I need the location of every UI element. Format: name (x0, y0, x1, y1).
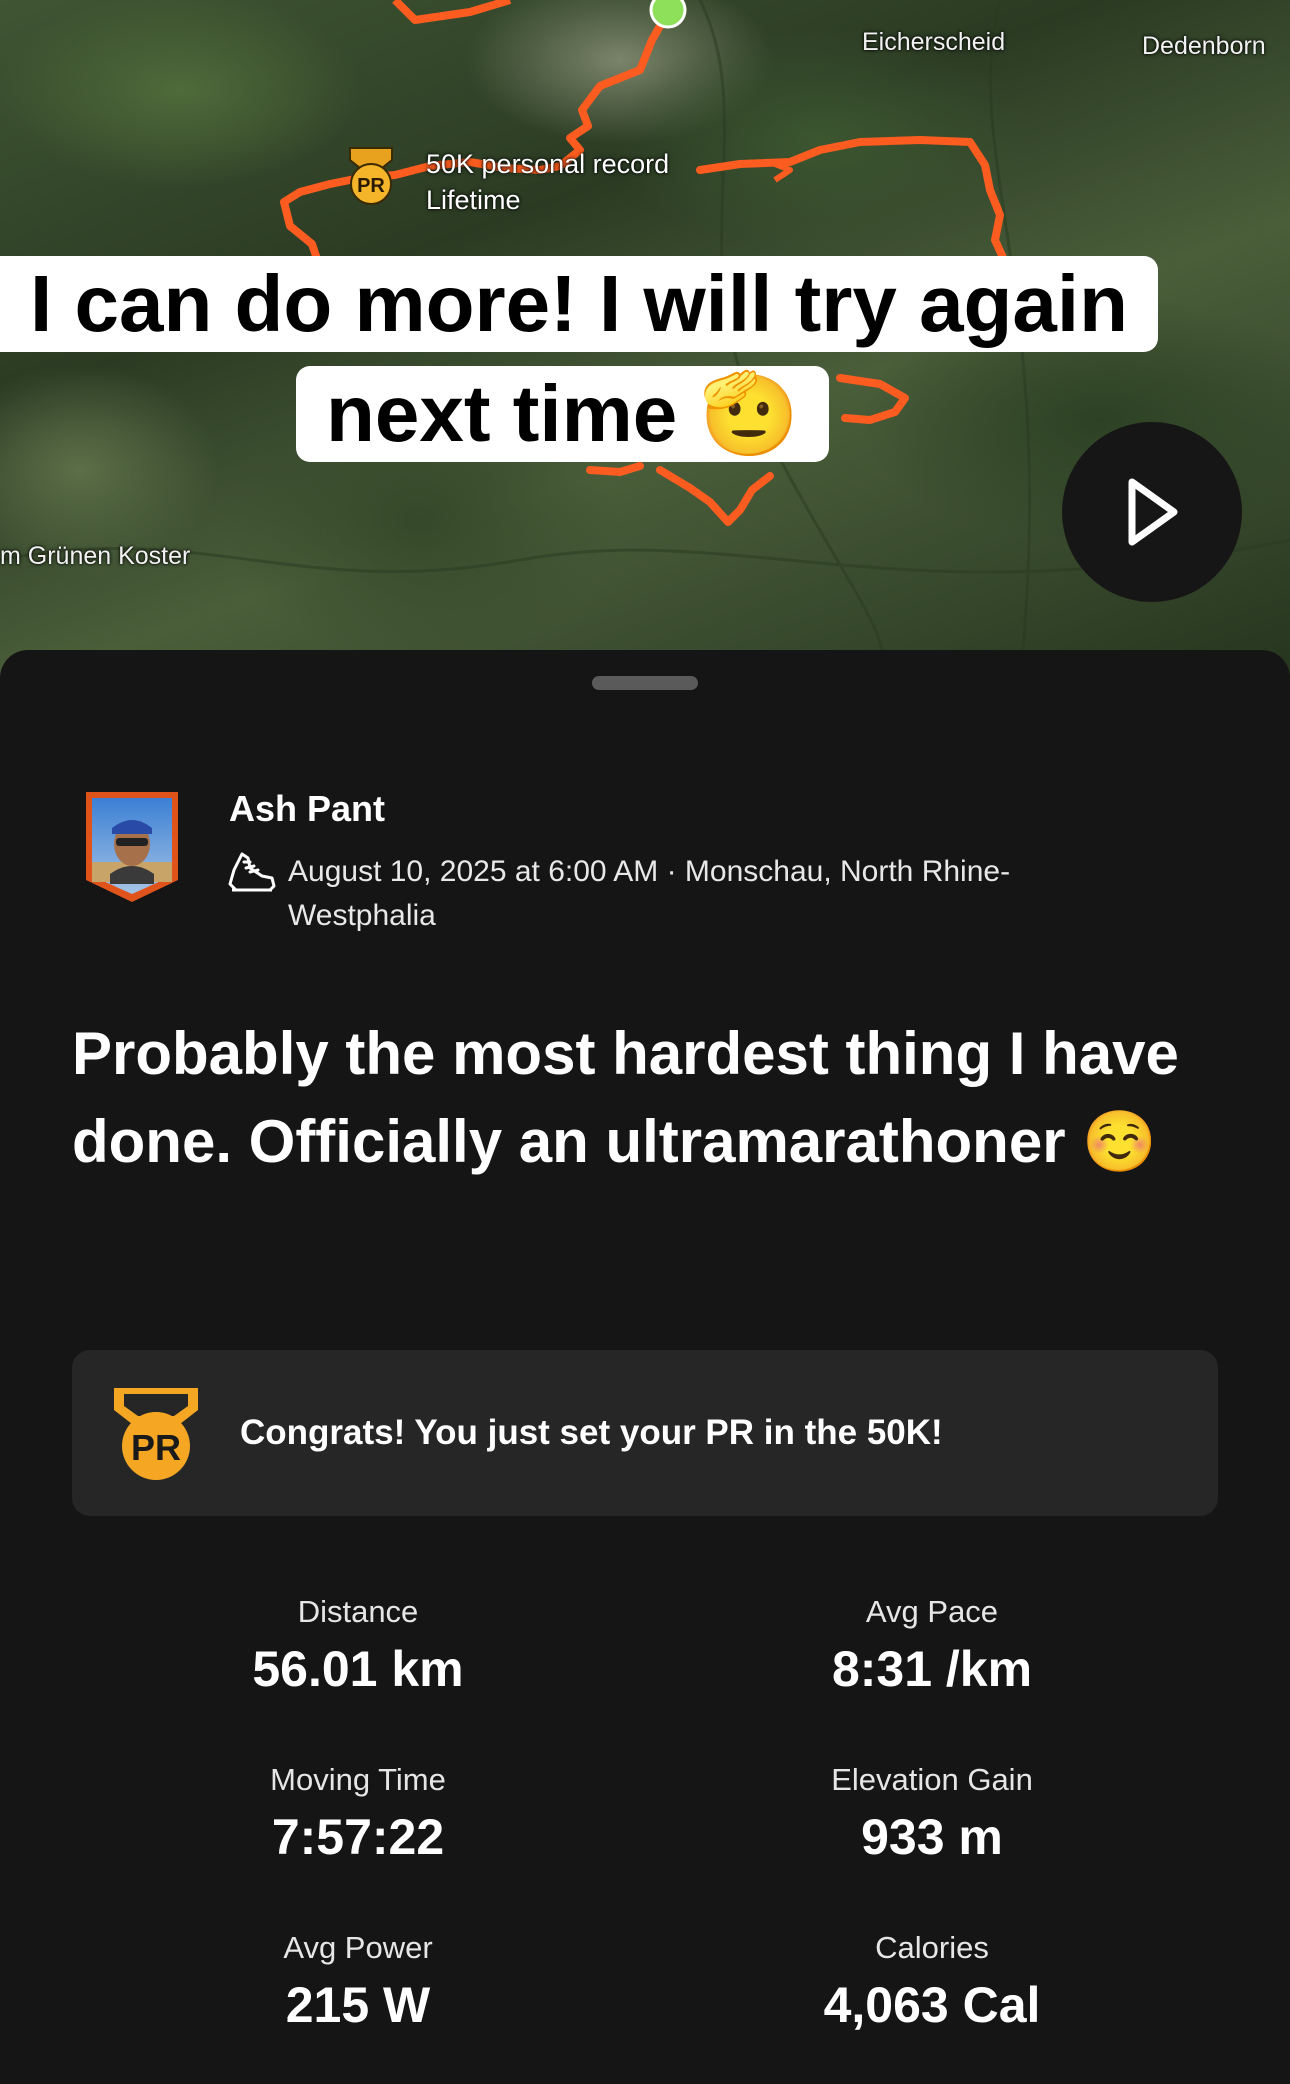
pr-map-annotation: 50K personal record Lifetime (426, 146, 669, 218)
play-icon (1128, 478, 1178, 546)
avatar[interactable] (80, 788, 184, 906)
stat-value: 7:57:22 (271, 1809, 445, 1865)
caption-line-2: next time 🫡 (296, 366, 830, 462)
activity-title: Probably the most hardest thing I have d… (72, 1020, 1179, 1175)
map-label-dedenborn: Dedenborn (1142, 32, 1266, 60)
stat-value: 933 m (861, 1809, 1003, 1865)
stat-elevation-gain: Elevation Gain 933 m (672, 1760, 1192, 1868)
stat-value: 8:31 /km (831, 1641, 1033, 1697)
pr-congrats-message: Congrats! You just set your PR in the 50… (240, 1413, 943, 1452)
pr-medal-icon[interactable]: PR (346, 146, 396, 208)
activity-date-location: August 10, 2025 at 6:00 AM · Monschau, N… (288, 855, 1011, 932)
stat-avg-pace: Avg Pace 8:31 /km (672, 1592, 1192, 1700)
stat-calories: Calories 4,063 Cal (672, 1928, 1192, 2036)
stat-label: Calories (875, 1930, 989, 1965)
stat-label: Elevation Gain (831, 1762, 1033, 1797)
svg-text:PR: PR (357, 175, 385, 197)
activity-details-sheet: Ash Pant August 10, 2025 at 6:00 AM · Mo… (0, 650, 1290, 2084)
stat-label: Avg Power (283, 1930, 433, 1965)
athlete-name[interactable]: Ash Pant (229, 788, 385, 830)
shoe-icon (228, 852, 276, 892)
map-label-eicherscheid: Eicherscheid (862, 28, 1006, 56)
stat-distance: Distance 56.01 km (98, 1592, 618, 1700)
stat-value: 4,063 Cal (823, 1977, 1041, 2033)
svg-text:PR: PR (131, 1427, 181, 1468)
route-map[interactable]: Eicherscheid Dedenborn m Grünen Koster P… (0, 0, 1290, 680)
pr-medal-icon: PR (114, 1388, 198, 1480)
start-point-dot (649, 0, 687, 29)
caption-line-1: I can do more! I will try again (0, 256, 1159, 352)
play-flyover-button[interactable] (1062, 422, 1242, 602)
stat-value: 215 W (285, 1977, 431, 2033)
stat-moving-time: Moving Time 7:57:22 (98, 1760, 618, 1868)
pr-annotation-subtitle: Lifetime (426, 185, 521, 215)
map-label-gruenen-koster: m Grünen Koster (0, 542, 191, 570)
pr-congrats-card[interactable]: PR Congrats! You just set your PR in the… (72, 1350, 1218, 1516)
stat-value: 56.01 km (252, 1641, 464, 1697)
drag-handle[interactable] (592, 676, 698, 690)
pr-annotation-title: 50K personal record (426, 149, 670, 179)
stat-label: Avg Pace (865, 1594, 999, 1629)
stat-avg-power: Avg Power 215 W (98, 1928, 618, 2036)
stat-label: Moving Time (270, 1762, 446, 1797)
stat-label: Distance (297, 1594, 419, 1629)
